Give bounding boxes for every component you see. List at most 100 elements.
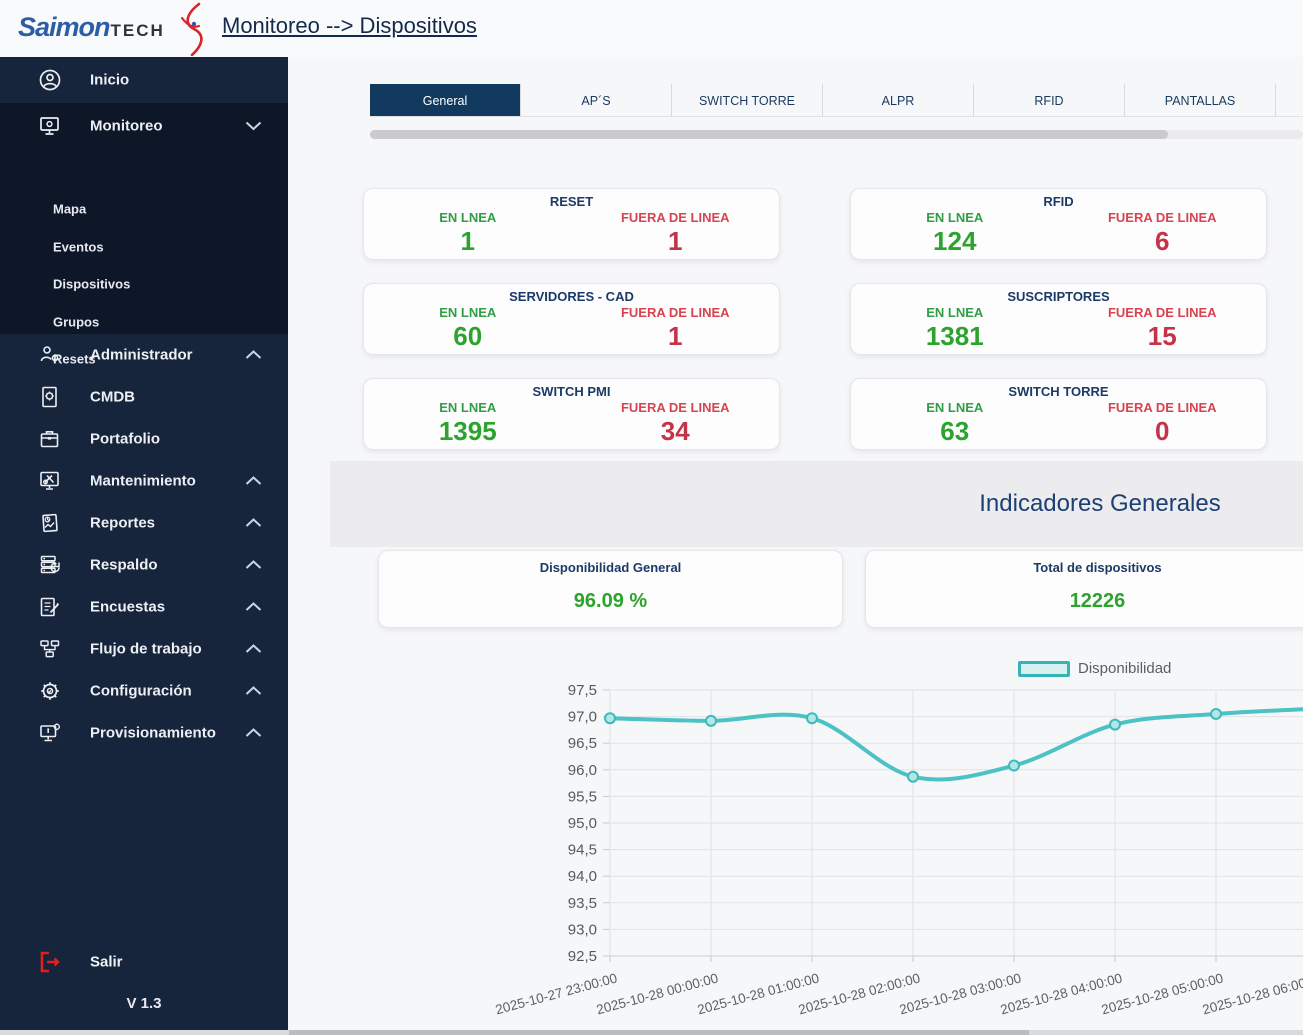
status-card-servidores-cad: SERVIDORES - CAD EN LNEA 60 FUERA DE LINE… <box>363 283 780 355</box>
online-value: 60 <box>453 321 483 351</box>
sidebar-item-label: Administrador <box>90 346 193 364</box>
status-card-switch-pmi: SWITCH PMI EN LNEA 1395 FUERA DE LINEA 34 <box>363 378 780 450</box>
online-value: 124 <box>933 226 977 256</box>
sidebar-subitem-label: Mapa <box>53 201 87 217</box>
svg-text:93,5: 93,5 <box>568 895 597 912</box>
online-label: EN LNEA <box>926 400 984 415</box>
chevron-up-icon[interactable] <box>245 602 262 612</box>
sidebar-item-label: Monitoreo <box>90 117 163 134</box>
sidebar-subitem-eventos[interactable]: Eventos <box>0 234 288 260</box>
sidebar-item-portafolio[interactable]: Portafolio <box>0 418 288 460</box>
offline-value: 15 <box>1147 321 1177 351</box>
indicators-section-title: Indicadores Generales <box>979 490 1221 517</box>
card-title: RFID <box>1043 194 1074 209</box>
logo-text-saimon: Saimon <box>18 12 111 42</box>
sidebar-item-label: Reportes <box>90 514 156 532</box>
monitor-gear-icon <box>40 723 60 742</box>
workflow-icon <box>40 640 60 658</box>
sidebar-item-respaldo[interactable]: Respaldo <box>0 544 288 586</box>
indicator-value: 12226 <box>1069 590 1126 612</box>
tabs-underline <box>370 116 1303 117</box>
page-title: Monitoreo --> Dispositivos <box>222 13 477 38</box>
chevron-up-icon[interactable] <box>245 644 262 654</box>
online-value: 1395 <box>438 416 497 446</box>
svg-text:96,5: 96,5 <box>568 735 597 752</box>
sidebar-item-cmdb[interactable]: CMDB <box>0 376 288 418</box>
offline-value: 1 <box>668 226 683 256</box>
sidebar-item-label: Provisionamiento <box>90 724 216 742</box>
sidebar-subitem-dispositivos[interactable]: Dispositivos <box>0 271 288 297</box>
tab-pantallas[interactable]: PANTALLAS <box>1125 84 1276 117</box>
status-card-switch-torre: SWITCH TORRE EN LNEA 63 FUERA DE LINEA 0 <box>850 378 1267 450</box>
page-hscrollbar-thumb[interactable] <box>289 1030 1029 1035</box>
sidebar-item-label: Configuración <box>90 682 192 700</box>
monitor-eye-icon <box>40 116 59 135</box>
sidebar-item-flujo-de-trabajo[interactable]: Flujo de trabajo <box>0 628 288 670</box>
logout-icon <box>40 951 60 973</box>
online-label: EN LNEA <box>926 305 984 320</box>
maintenance-tools-icon <box>40 471 59 490</box>
sidebar-item-label: CMDB <box>90 388 135 406</box>
online-label: EN LNEA <box>439 400 497 415</box>
availability-line-chart: 97,5 97,0 96,5 96,0 95,5 95,0 94,5 94,0 93,5 93,0… <box>494 682 1303 1017</box>
sidebar-item-configuracion[interactable]: Configuración <box>0 670 288 712</box>
svg-text:94,0: 94,0 <box>568 868 597 885</box>
indicator-card-disponibilidad: Disponibilidad General 96.09 % <box>378 550 843 628</box>
offline-value: 1 <box>668 321 683 351</box>
sidebar-item-reportes[interactable]: Reportes <box>0 502 288 544</box>
chevron-down-icon[interactable] <box>245 121 262 131</box>
tab-alpr[interactable]: ALPR <box>823 84 974 117</box>
tabs-scrollbar-thumb[interactable] <box>370 130 1168 139</box>
offline-value: 6 <box>1155 226 1170 256</box>
online-value: 63 <box>940 416 970 446</box>
tab-general[interactable]: General <box>370 84 521 117</box>
indicator-value: 96.09 % <box>573 590 648 612</box>
device-tabs: General AP´S SWITCH TORRE ALPR RFID PANT… <box>370 84 1276 117</box>
gear-icon <box>41 682 59 700</box>
sidebar-item-provisionamiento[interactable]: Provisionamiento <box>0 712 288 754</box>
tab-aps[interactable]: AP´S <box>521 84 672 117</box>
indicator-title: Disponibilidad General <box>539 560 682 575</box>
svg-text:97,5: 97,5 <box>568 682 597 699</box>
logout-label: Salir <box>90 953 123 971</box>
chevron-up-icon[interactable] <box>245 350 262 360</box>
svg-text:95,0: 95,0 <box>568 815 597 832</box>
chevron-up-icon[interactable] <box>245 686 262 696</box>
sidebar-subitem-grupos[interactable]: Grupos <box>0 309 288 335</box>
chevron-up-icon[interactable] <box>245 560 262 570</box>
online-value: 1381 <box>925 321 984 351</box>
svg-text:94,5: 94,5 <box>568 842 597 859</box>
tab-switch-torre[interactable]: SWITCH TORRE <box>672 84 823 117</box>
status-card-rfid: RFID EN LNEA 124 FUERA DE LINEA 6 <box>850 188 1267 260</box>
sidebar-item-label: Encuestas <box>90 598 166 616</box>
card-title: SWITCH TORRE <box>1008 384 1109 399</box>
version-label: V 1.3 <box>126 995 162 1012</box>
sidebar-item-inicio[interactable]: Inicio <box>0 57 288 103</box>
sidebar-item-label: Flujo de trabajo <box>90 640 202 658</box>
backup-server-icon <box>40 555 60 574</box>
indicator-card-total-dispositivos: Total de dispositivos 12226 <box>865 550 1303 628</box>
chevron-up-icon[interactable] <box>245 518 262 528</box>
card-title: RESET <box>549 194 594 209</box>
admin-user-gear-icon <box>40 346 59 362</box>
sidebar-item-encuestas[interactable]: Encuestas <box>0 586 288 628</box>
sidebar-item-mantenimiento[interactable]: Mantenimiento <box>0 460 288 502</box>
sidebar-item-monitoreo[interactable]: Monitoreo <box>0 103 288 148</box>
svg-text:97,0: 97,0 <box>568 709 597 726</box>
sidebar-item-administrador[interactable]: Administrador <box>0 334 288 376</box>
offline-value: 34 <box>660 416 690 446</box>
offline-label: FUERA DE LINEA <box>1107 400 1217 415</box>
tab-rfid[interactable]: RFID <box>974 84 1125 117</box>
indicator-title: Total de dispositivos <box>1033 560 1162 575</box>
sidebar-subitem-mapa[interactable]: Mapa <box>0 196 288 222</box>
logout-button[interactable]: Salir <box>0 940 288 984</box>
chevron-up-icon[interactable] <box>245 476 262 486</box>
offline-label: FUERA DE LINEA <box>620 210 730 225</box>
chevron-up-icon[interactable] <box>245 728 262 738</box>
app-screen: Saimon TECH Monitoreo --> Dispositivos In… <box>0 0 1303 1035</box>
sidebar-subitem-label: Eventos <box>53 239 104 255</box>
report-chart-icon <box>42 513 58 533</box>
survey-clipboard-icon <box>40 597 60 617</box>
status-card-reset: RESET EN LNEA 1 FUERA DE LINEA 1 <box>363 188 780 260</box>
sidebar-item-label: Mantenimiento <box>90 472 196 490</box>
